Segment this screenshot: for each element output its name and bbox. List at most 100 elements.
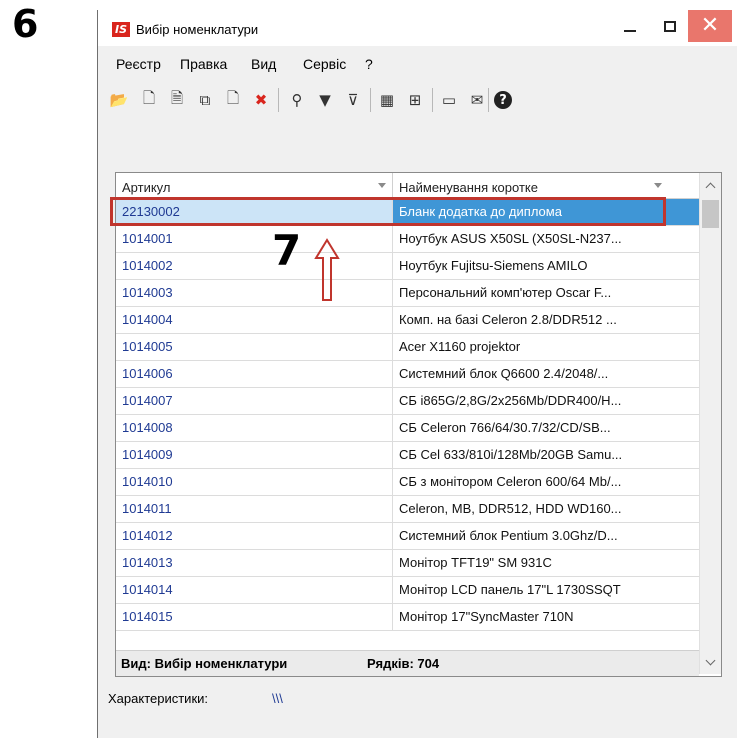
open-folder-icon[interactable]: 📂 [108, 88, 130, 112]
table-row[interactable]: 1014014 Монітор LCD панель 17"L 1730SSQT [116, 577, 699, 604]
table-row[interactable]: 1014007 СБ i865G/2,8G/2x256Mb/DDR400/H... [116, 388, 699, 415]
tree-icon[interactable]: ⊞ [404, 88, 426, 112]
close-button[interactable]: ✕ [688, 10, 732, 42]
toolbar-separator [432, 88, 433, 112]
cell-article[interactable]: 1014006 [116, 361, 393, 387]
grid-rows: 22130002 Бланк додатка до диплома 1014001 Н… [116, 199, 699, 631]
chevron-up-icon [705, 182, 716, 192]
cell-article[interactable]: 1014015 [116, 604, 393, 630]
cell-short-name[interactable]: Ноутбук ASUS X50SL (X50SL-N237... [393, 226, 699, 252]
window-title: Вибір номенклатури [136, 22, 259, 37]
cell-article[interactable]: 1014011 [116, 496, 393, 522]
grid-footer: Вид: Вибір номенклатури Рядків: 704 [116, 650, 699, 676]
toolbar-separator [488, 88, 489, 112]
cell-article[interactable]: 1014009 [116, 442, 393, 468]
toolbar-separator [370, 88, 371, 112]
chevron-down-icon [705, 655, 716, 665]
delete-document-icon[interactable]: 🗋 [222, 88, 244, 112]
cell-short-name[interactable]: Acer X1160 projektor [393, 334, 699, 360]
minimize-icon [624, 30, 636, 32]
cell-short-name[interactable]: Монітор LCD панель 17"L 1730SSQT [393, 577, 699, 603]
footer-view-name: Вид: Вибір номенклатури [121, 656, 288, 671]
cell-article[interactable]: 1014001 [116, 226, 393, 252]
help-icon[interactable]: ? [494, 91, 512, 109]
nomenclature-window: IS Вибір номенклатури ✕ Реєстр Правка Ви… [97, 10, 737, 738]
cell-short-name[interactable]: Системний блок Q6600 2.4/2048/... [393, 361, 699, 387]
cell-short-name[interactable]: Системний блок Pentium 3.0Ghz/D... [393, 523, 699, 549]
table-row[interactable]: 1014015 Монітор 17"SyncMaster 710N [116, 604, 699, 631]
table-row[interactable]: 1014012 Системний блок Pentium 3.0Ghz/D..… [116, 523, 699, 550]
title-bar[interactable]: IS Вибір номенклатури ✕ [98, 10, 737, 46]
table-icon[interactable]: ▦ [376, 88, 398, 112]
menu-view[interactable]: Вид [251, 56, 276, 72]
edit-document-icon[interactable]: 🗎 [166, 88, 188, 112]
step-number-7: 7 [272, 226, 302, 275]
toolbar-separator [278, 88, 279, 112]
cell-short-name[interactable]: Персональний комп'ютер Oscar F... [393, 280, 699, 306]
table-row[interactable]: 1014009 СБ Cel 633/810i/128Mb/20GB Samu..… [116, 442, 699, 469]
filter-icon[interactable]: ▼ [314, 88, 336, 112]
table-row[interactable]: 1014003 Персональний комп'ютер Oscar F... [116, 280, 699, 307]
menu-bar: Реєстр Правка Вид Сервіс ? [98, 46, 737, 86]
arrow-up-icon [314, 238, 340, 301]
cell-short-name[interactable]: СБ з монітором Celeron 600/64 Mb/... [393, 469, 699, 495]
maximize-button[interactable] [648, 10, 692, 42]
scroll-up-button[interactable] [700, 175, 721, 195]
delete-x-icon[interactable]: ✖ [250, 88, 272, 112]
form-icon[interactable]: ▭ [438, 88, 460, 112]
cell-short-name[interactable]: СБ Cel 633/810i/128Mb/20GB Samu... [393, 442, 699, 468]
footer-row-count: Рядків: 704 [367, 656, 440, 671]
table-row[interactable]: 1014011 Celeron, MB, DDR512, HDD WD160... [116, 496, 699, 523]
cell-article[interactable]: 1014014 [116, 577, 393, 603]
table-row[interactable]: 1014008 СБ Celeron 766/64/30.7/32/CD/SB..… [116, 415, 699, 442]
cell-article[interactable]: 1014004 [116, 307, 393, 333]
scroll-down-button[interactable] [700, 652, 721, 672]
search-icon[interactable]: ⚲ [286, 88, 308, 112]
cell-article[interactable]: 1014008 [116, 415, 393, 441]
cell-article[interactable]: 1014013 [116, 550, 393, 576]
cell-short-name[interactable]: Комп. на базі Celeron 2.8/DDR512 ... [393, 307, 699, 333]
vertical-scrollbar[interactable] [699, 173, 721, 674]
step-number-6: 6 [12, 2, 39, 46]
menu-registry[interactable]: Реєстр [116, 56, 161, 72]
cell-article[interactable]: 1014003 [116, 280, 393, 306]
characteristics-label: Характеристики: [108, 691, 209, 706]
menu-edit[interactable]: Правка [180, 56, 227, 72]
table-row[interactable]: 1014013 Монітор TFT19" SM 931C [116, 550, 699, 577]
copy-icon[interactable]: ⧉ [194, 88, 216, 112]
cell-article[interactable]: 1014007 [116, 388, 393, 414]
grid-header: Артикул Найменування коротке [116, 173, 699, 199]
cell-short-name[interactable]: СБ i865G/2,8G/2x256Mb/DDR400/H... [393, 388, 699, 414]
minimize-button[interactable] [608, 10, 652, 42]
cell-article[interactable]: 1014012 [116, 523, 393, 549]
cell-short-name[interactable]: Celeron, MB, DDR512, HDD WD160... [393, 496, 699, 522]
column-header-article[interactable]: Артикул [116, 173, 393, 198]
new-document-icon[interactable]: 🗋 [138, 88, 160, 112]
table-row[interactable]: 1014001 Ноутбук ASUS X50SL (X50SL-N237... [116, 226, 699, 253]
menu-help[interactable]: ? [365, 56, 373, 72]
cell-short-name[interactable]: СБ Celeron 766/64/30.7/32/CD/SB... [393, 415, 699, 441]
table-row[interactable]: 1014005 Acer X1160 projektor [116, 334, 699, 361]
cell-short-name[interactable]: Монітор TFT19" SM 931C [393, 550, 699, 576]
nomenclature-grid: Артикул Найменування коротке 22130002 Бла… [115, 172, 722, 677]
cell-short-name[interactable]: Монітор 17"SyncMaster 710N [393, 604, 699, 630]
close-icon: ✕ [700, 13, 720, 38]
table-row[interactable]: 1014010 СБ з монітором Celeron 600/64 Mb/… [116, 469, 699, 496]
cell-article[interactable]: 1014002 [116, 253, 393, 279]
app-logo-icon: IS [112, 22, 130, 37]
cell-article[interactable]: 1014005 [116, 334, 393, 360]
mail-icon[interactable]: ✉ [466, 88, 488, 112]
maximize-icon [664, 20, 676, 32]
table-row[interactable]: 1014002 Ноутбук Fujitsu-Siemens AMILO [116, 253, 699, 280]
table-row[interactable]: 1014004 Комп. на базі Celeron 2.8/DDR512 … [116, 307, 699, 334]
cell-article[interactable]: 1014010 [116, 469, 393, 495]
scroll-thumb[interactable] [702, 200, 719, 228]
characteristics-value[interactable]: \\\ [272, 691, 283, 706]
table-row[interactable]: 1014006 Системний блок Q6600 2.4/2048/... [116, 361, 699, 388]
selected-row-highlight [110, 197, 666, 226]
menu-service[interactable]: Сервіс [303, 56, 346, 72]
sort-arrow-icon[interactable] [654, 183, 662, 188]
cell-short-name[interactable]: Ноутбук Fujitsu-Siemens AMILO [393, 253, 699, 279]
clear-filter-icon[interactable]: ⊽ [342, 88, 364, 112]
sort-arrow-icon[interactable] [378, 183, 386, 188]
